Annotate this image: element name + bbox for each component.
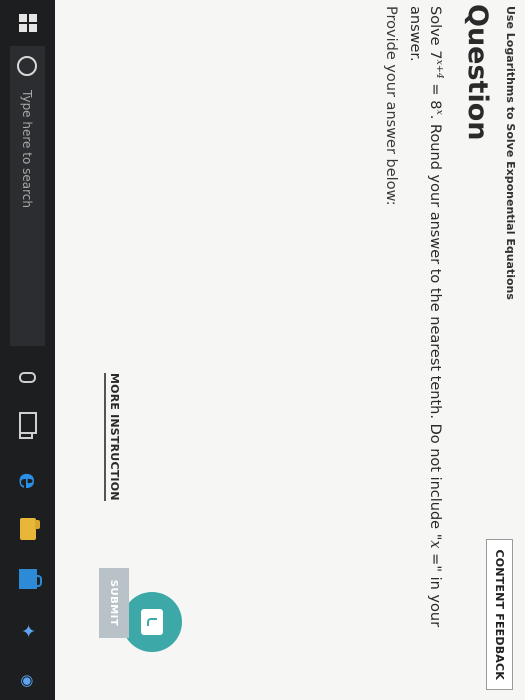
store-icon[interactable]: [15, 566, 41, 592]
equals-sign: =: [427, 78, 444, 101]
windows-start-icon[interactable]: [19, 14, 37, 32]
question-text: Solve 7x+4 = 8x. Round your answer to th…: [405, 6, 449, 686]
taskbar-search-box[interactable]: Type here to search: [10, 46, 45, 346]
question-eq: =: [427, 548, 444, 566]
question-heading: Question: [462, 4, 493, 141]
question-solve: Solve: [427, 6, 444, 51]
app-icon[interactable]: ◉: [15, 668, 41, 694]
microphone-icon[interactable]: [15, 364, 41, 390]
notepad-icon: [141, 609, 163, 635]
dropbox-icon[interactable]: ✦: [15, 618, 41, 644]
question-instructions: . Round your answer to the nearest tenth…: [427, 114, 444, 541]
file-explorer-icon[interactable]: [15, 516, 41, 542]
cortana-circle-icon: [17, 56, 38, 76]
screen: Use Logarithms to Solve Exponential Equa…: [0, 0, 525, 700]
windows-taskbar: Type here to search e ✦ ◉: [0, 0, 55, 700]
task-view-icon[interactable]: [15, 410, 41, 436]
edge-browser-icon[interactable]: e: [13, 468, 43, 494]
content-feedback-button[interactable]: CONTENT FEEDBACK: [486, 539, 513, 690]
assignment-page: Use Logarithms to Solve Exponential Equa…: [55, 0, 525, 700]
topic-title: Use Logarithms to Solve Exponential Equa…: [504, 6, 517, 300]
submit-button[interactable]: SUBMIT: [99, 568, 129, 638]
notes-fab-button[interactable]: [122, 592, 182, 652]
taskbar-search-placeholder: Type here to search: [20, 90, 35, 208]
more-instruction-link[interactable]: MORE INSTRUCTION: [104, 373, 121, 501]
answer-prompt: Provide your answer below:: [383, 6, 399, 206]
exponent-left: x+4: [434, 59, 445, 79]
variable-x: x: [427, 540, 444, 549]
